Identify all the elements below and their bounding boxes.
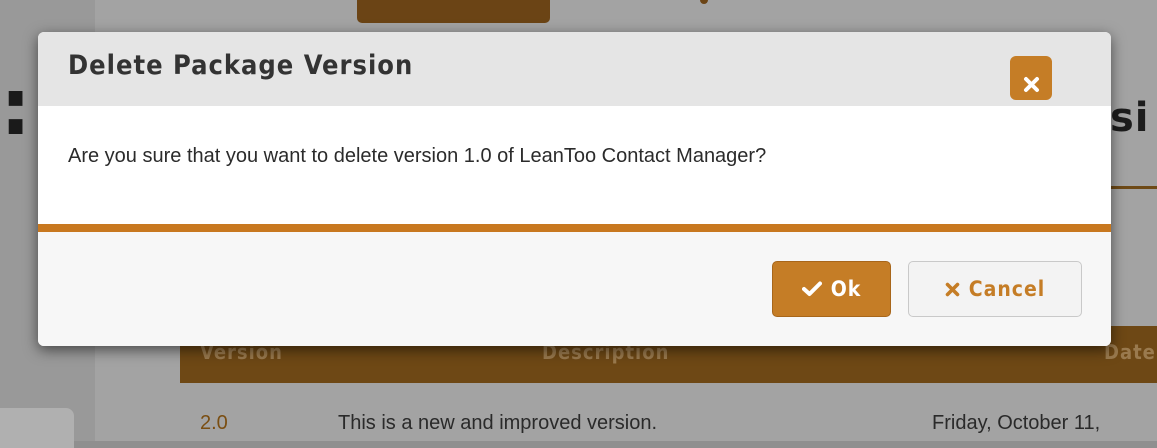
delete-version-dialog: Delete Package Version Are you sure that…: [38, 32, 1111, 346]
close-icon: [1023, 77, 1039, 92]
table-cell-description: This is a new and improved version.: [338, 412, 658, 434]
x-icon: [945, 282, 960, 296]
background-sidebar-card: [0, 408, 74, 448]
cancel-button[interactable]: Cancel: [908, 261, 1082, 317]
dialog-header: Delete Package Version: [38, 32, 1111, 106]
background-heading-rule: [1110, 186, 1157, 189]
background-logo-fragment: :: [0, 62, 24, 154]
table-cell-date: Friday, October 11,: [932, 412, 1101, 434]
dialog-body: Are you sure that you want to delete ver…: [38, 106, 1111, 224]
background-top-button: [357, 0, 550, 23]
background-heading-fragment: si: [1110, 95, 1150, 141]
dialog-divider: [38, 224, 1111, 232]
close-button[interactable]: [1010, 56, 1052, 100]
dialog-message: Are you sure that you want to delete ver…: [68, 145, 767, 167]
dialog-title: Delete Package Version: [68, 50, 414, 81]
dialog-footer: Ok Cancel: [38, 232, 1111, 346]
ok-button[interactable]: Ok: [772, 261, 891, 317]
background-top-marker: [700, 0, 708, 4]
cancel-button-label: Cancel: [968, 277, 1046, 301]
checkmark-icon: [801, 281, 822, 296]
table-header-date: Date: [1104, 340, 1156, 364]
table-cell-version: 2.0: [200, 412, 228, 434]
ok-button-label: Ok: [830, 277, 862, 301]
